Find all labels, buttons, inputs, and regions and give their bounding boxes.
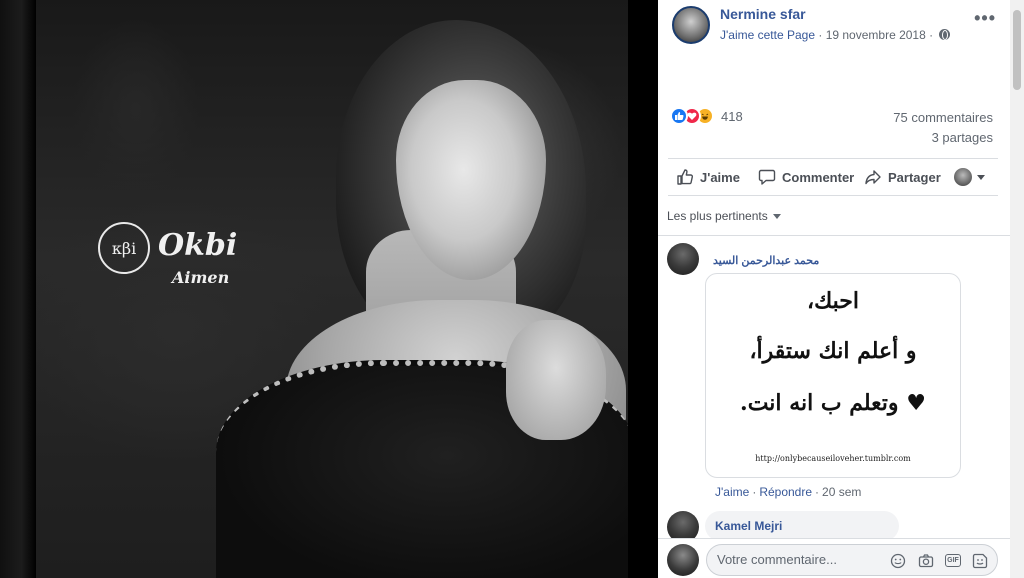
comment-button[interactable]: Commenter [758,168,854,186]
comment-actions: J'aime · Répondre · 20 sem [715,485,861,499]
post-meta: J'aime cette Page · 19 novembre 2018 · [720,28,951,42]
comment-time[interactable]: 20 sem [822,485,861,499]
profile-avatar-icon [954,168,972,186]
post-date[interactable]: 19 novembre 2018 [826,28,926,42]
comment-icon [758,169,776,185]
globe-icon[interactable] [939,29,951,40]
comment-reply-link[interactable]: Répondre [759,485,812,499]
comment-like-link[interactable]: J'aime [715,485,749,499]
commenter-name-link[interactable]: Kamel Mejri [715,519,782,533]
like-button-label: J'aime [700,169,740,185]
comment-image-text: احبك، [807,288,859,314]
comments-count-link[interactable]: 75 commentaires [893,110,993,125]
comment-image-text: ♥ وتعلم ب انه انت. [706,390,960,416]
previous-photo-edge[interactable] [0,0,36,578]
share-icon [865,170,881,185]
comment-image-text-line: وتعلم ب انه انت. [740,390,899,416]
composer-icons: GIF [889,552,989,570]
like-page-link[interactable]: J'aime cette Page [720,28,815,42]
photo-backdrop: κβi Okbi Aimen [0,0,658,578]
comment-image[interactable]: احبك، و أعلم انك ستقرأ، ♥ وتعلم ب انه ان… [705,273,961,478]
comment-sort-label: Les plus pertinents [667,209,768,223]
like-reaction-icon [670,107,688,125]
commenter-avatar[interactable] [667,243,699,275]
photo-shape [506,320,606,440]
watermark-name: Okbi [158,228,238,263]
divider [658,235,1010,236]
comment-button-label: Commenter [782,169,855,185]
scrollbar-thumb[interactable] [1013,10,1021,90]
comment-input[interactable] [717,552,877,567]
more-options-icon[interactable]: ••• [974,8,996,29]
sticker-icon[interactable] [971,552,989,570]
caret-down-icon [772,213,781,219]
reactions-summary[interactable]: 418 [670,106,743,126]
meta-separator: · [818,28,823,42]
share-button-label: Partager [888,169,941,185]
page-name-link[interactable]: Nermine sfar [720,6,806,22]
emoji-icon[interactable] [889,552,907,570]
gif-icon[interactable]: GIF [945,554,961,567]
comment-composer: GIF [658,538,1010,578]
heart-icon: ♥ [906,390,926,416]
thumbs-up-icon [677,169,694,185]
like-button[interactable]: J'aime [676,168,740,186]
post-photo[interactable]: κβi Okbi Aimen [36,0,628,578]
comment-image-text: و أعلم انك ستقرأ، [749,338,917,364]
comment-as-selector[interactable] [954,168,985,186]
shares-count-link[interactable]: 3 partages [932,130,993,145]
comment-bubble: Kamel Mejri [705,511,899,541]
comment-input-box[interactable]: GIF [706,544,998,576]
page-avatar[interactable] [672,6,710,44]
post-actions-bar: J'aime Commenter Partager [668,158,998,196]
caret-down-icon [977,174,985,180]
post-side-panel: Nermine sfar J'aime cette Page · 19 nove… [658,0,1010,578]
camera-icon[interactable] [917,552,935,570]
separator: · [752,485,757,499]
watermark-subname: Aimen [172,268,230,287]
meta-separator: · [929,28,934,42]
comment-sort-dropdown[interactable]: Les plus pertinents [667,209,781,223]
post-header: Nermine sfar J'aime cette Page · 19 nove… [672,6,1000,46]
share-button[interactable]: Partager [864,168,941,186]
current-user-avatar[interactable] [667,544,699,576]
reactions-count: 418 [721,108,743,124]
panel-scrollbar[interactable] [1010,0,1024,578]
commenter-name-link[interactable]: محمد عبدالرحمن السيد [713,254,819,267]
comment-image-url: http://onlybecauseiloveher.tumblr.com [755,454,911,463]
separator: · [815,485,820,499]
watermark-logo: κβi [98,222,150,274]
